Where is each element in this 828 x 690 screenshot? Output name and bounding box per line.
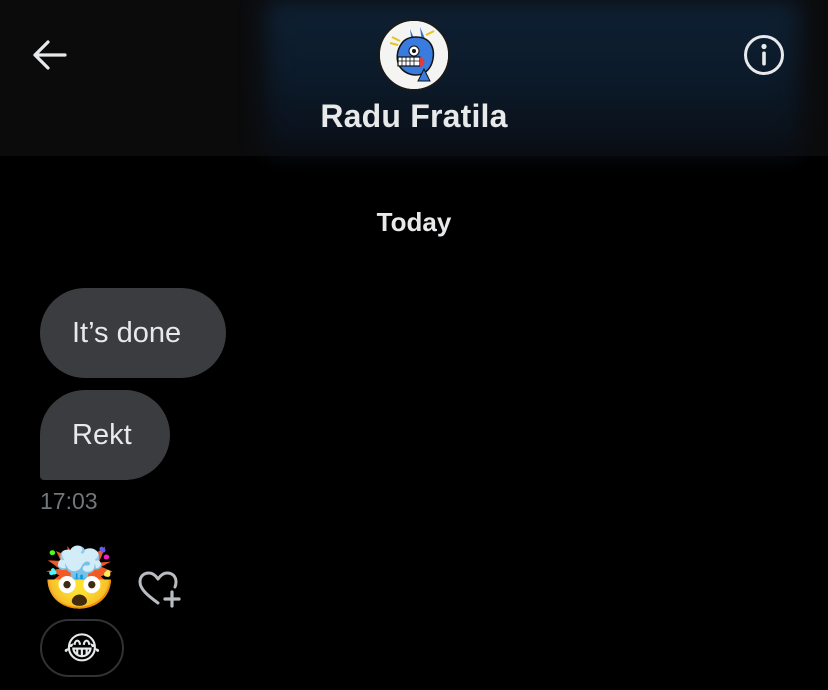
message-timestamp: 17:03 bbox=[40, 488, 98, 514]
arrow-left-icon bbox=[33, 40, 67, 70]
cartoon-avatar-icon bbox=[380, 21, 448, 89]
info-circle-icon bbox=[744, 35, 784, 75]
message-bubble[interactable]: Rekt bbox=[40, 390, 170, 480]
back-button[interactable] bbox=[26, 32, 72, 78]
add-reaction-button[interactable] bbox=[136, 570, 184, 610]
avatar[interactable] bbox=[378, 19, 450, 91]
exploding-head-reaction[interactable]: 🤯 bbox=[42, 544, 117, 614]
message-bubble[interactable]: It’s done bbox=[40, 288, 226, 378]
message-text: Rekt bbox=[72, 418, 132, 451]
info-button[interactable] bbox=[741, 32, 787, 78]
heart-plus-icon bbox=[138, 571, 181, 608]
reaction-pill[interactable]: 😂 bbox=[40, 619, 124, 677]
conversation-header: Radu Fratila bbox=[0, 0, 828, 156]
message-text: It’s done bbox=[72, 316, 182, 349]
day-separator: Today bbox=[376, 207, 452, 237]
tears-of-joy-emoji: 😂 bbox=[63, 629, 101, 667]
contact-name[interactable]: Radu Fratila bbox=[214, 98, 614, 135]
